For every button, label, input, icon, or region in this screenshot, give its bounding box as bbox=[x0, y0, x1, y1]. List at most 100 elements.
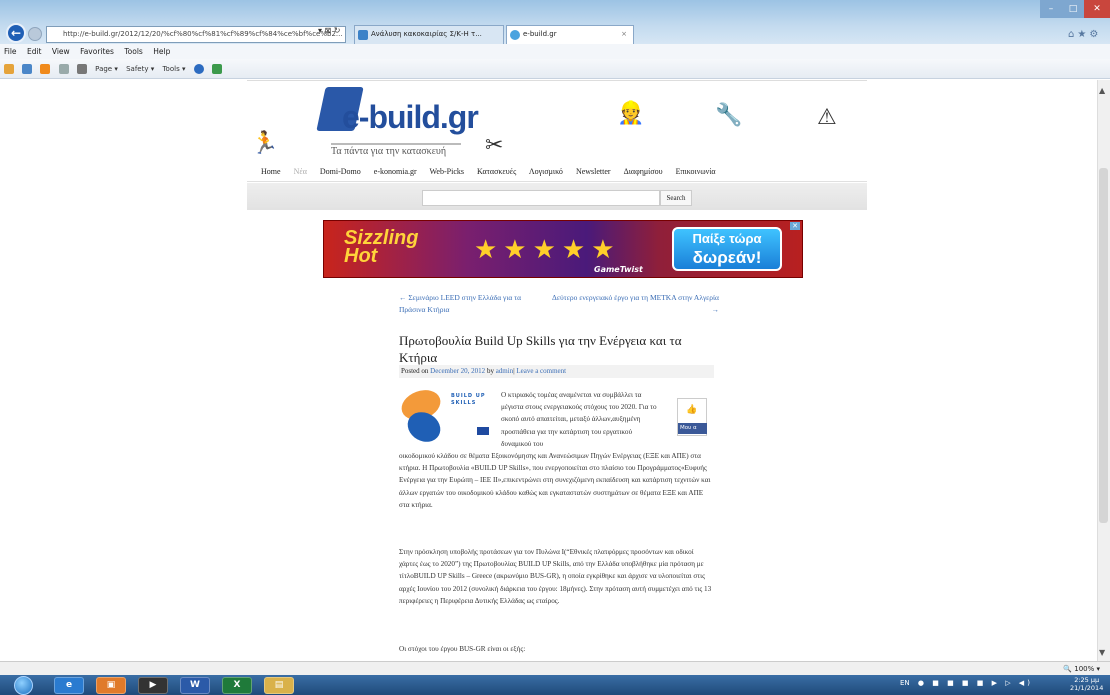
facebook-like-box[interactable]: 👍 Μου α bbox=[677, 398, 707, 436]
taskbar-ie-icon[interactable]: e bbox=[54, 677, 84, 694]
browser-right-tools[interactable]: ⌂★⚙ bbox=[1068, 29, 1101, 40]
warning-sign-icon: ⚠ bbox=[817, 105, 837, 130]
site-logo[interactable]: e-build.gr bbox=[342, 99, 479, 136]
menu-file[interactable]: File bbox=[4, 47, 17, 56]
facebook-like-button[interactable]: Μου α bbox=[678, 423, 707, 434]
post-paragraph-1a: Ο κτιριακός τομέας αναμένεται να συμβάλλ… bbox=[501, 391, 657, 448]
nav-news[interactable]: Nέα bbox=[294, 167, 307, 176]
ad-close-icon[interactable]: ✕ bbox=[790, 222, 800, 230]
ad-banner[interactable]: Sizzling Hot ★★★★★ GameTwist Παίξε τώρα δω… bbox=[323, 220, 803, 278]
taskbar-media-icon[interactable]: ▶ bbox=[138, 677, 168, 694]
page-viewport: e-build.gr Τα πάντα για την κατασκευή 🏃 … bbox=[0, 80, 1097, 661]
safety-menu-button[interactable]: Safety ▾ bbox=[126, 65, 154, 73]
tab-analysis[interactable]: Ανάλυση κακοκαιρίας Σ/Κ-Η τ... bbox=[354, 25, 504, 44]
ad-play-button[interactable]: Παίξε τώρα δωρεάν! bbox=[672, 227, 782, 271]
site-nav: Home Nέα Domi-Domo e-konomia.gr Web-Pick… bbox=[247, 162, 867, 182]
fb-label: Μου α bbox=[680, 425, 697, 431]
favorites-star-icon[interactable]: ★ bbox=[1077, 29, 1089, 40]
scroll-up-icon[interactable]: ▲ bbox=[1099, 86, 1105, 95]
help-icon[interactable] bbox=[193, 64, 204, 74]
ad-title-line2: Hot bbox=[344, 245, 378, 267]
tray-icons[interactable]: ● ■ ■ ■ ■ ▶ ▷ ◀) bbox=[918, 679, 1033, 687]
site-container: e-build.gr Τα πάντα για την κατασκευή 🏃 … bbox=[247, 80, 867, 661]
menu-help[interactable]: Help bbox=[153, 47, 170, 56]
menu-view[interactable]: View bbox=[52, 47, 70, 56]
rss-feed-icon[interactable] bbox=[40, 64, 51, 74]
menu-favorites[interactable]: Favorites bbox=[80, 47, 114, 56]
logo-text-line2: SKILLS bbox=[451, 400, 477, 406]
taskbar-word-icon[interactable]: W bbox=[180, 677, 210, 694]
clock[interactable]: 2:25 μμ 21/1/2014 bbox=[1070, 676, 1103, 692]
status-bar: 🔍 100% ▾ bbox=[0, 661, 1110, 675]
zoom-icon: 🔍 bbox=[1063, 665, 1072, 673]
page-menu-button[interactable]: Page ▾ bbox=[95, 65, 118, 73]
menu-tools[interactable]: Tools bbox=[124, 47, 142, 56]
zoom-level[interactable]: 100% bbox=[1074, 665, 1094, 673]
author-link[interactable]: admin bbox=[496, 367, 514, 375]
thumbs-up-icon: 👍 bbox=[686, 405, 698, 415]
start-button[interactable] bbox=[14, 676, 33, 695]
print-icon[interactable] bbox=[76, 64, 87, 74]
tab-label: Ανάλυση κακοκαιρίας Σ/Κ-Η τ... bbox=[371, 30, 482, 38]
home-icon[interactable]: ⌂ bbox=[1068, 29, 1077, 40]
menu-edit[interactable]: Edit bbox=[27, 47, 42, 56]
nav-domi-domo[interactable]: Domi-Domo bbox=[320, 167, 361, 176]
command-bar: Page ▾ Safety ▾ Tools ▾ bbox=[0, 59, 1110, 79]
research-icon[interactable] bbox=[211, 64, 222, 74]
nav-software[interactable]: Λογισμικό bbox=[529, 167, 563, 176]
next-post-link[interactable]: Δεύτερο ενεργειακό έργο για τη ΜΕΤΚΑ στη… bbox=[549, 292, 719, 316]
site-tagline: Τα πάντα για την κατασκευή bbox=[331, 143, 461, 157]
home-page-icon[interactable] bbox=[22, 64, 33, 74]
maximize-button[interactable]: □ bbox=[1062, 0, 1084, 18]
scrollbar-thumb[interactable] bbox=[1099, 168, 1108, 523]
nav-constructions[interactable]: Κατασκευές bbox=[477, 167, 516, 176]
weather-favicon-icon bbox=[358, 30, 368, 40]
taskbar-app-icon[interactable]: ▣ bbox=[96, 677, 126, 694]
search-bar: Search bbox=[247, 183, 867, 210]
clock-date: 21/1/2014 bbox=[1070, 684, 1104, 692]
taskbar-folder-icon[interactable]: ▤ bbox=[264, 677, 294, 694]
workers-figure-icon: 🏃 bbox=[251, 131, 279, 156]
nav-home[interactable]: Home bbox=[261, 167, 281, 176]
scissors-figure-icon: ✂ bbox=[485, 133, 504, 158]
nav-contact[interactable]: Επικοινωνία bbox=[676, 167, 716, 176]
prev-post-link[interactable]: ← Σεμινάριο LEED στην Ελλάδα για τα Πράσ… bbox=[399, 292, 539, 316]
nav-web-picks[interactable]: Web-Picks bbox=[430, 167, 464, 176]
logo-text: BUILD UP SKILLS bbox=[451, 393, 486, 407]
nav-advertise[interactable]: Διαφημίσου bbox=[624, 167, 663, 176]
site-header: e-build.gr Τα πάντα για την κατασκευή 🏃 … bbox=[247, 80, 867, 162]
address-text: http://e-build.gr/2012/12/20/%cf%80%cf%8… bbox=[63, 30, 343, 38]
scroll-down-icon[interactable]: ▼ bbox=[1099, 648, 1105, 657]
favorites-bar-icon[interactable] bbox=[4, 64, 14, 74]
address-controls[interactable]: ▾ ⊠ ↻ bbox=[318, 26, 341, 35]
menu-bar: File Edit View Favorites Tools Help bbox=[0, 44, 1110, 59]
post-paragraph-1b: οικοδομικού κλάδου σε θέματα Εξοικονόμησ… bbox=[399, 452, 711, 509]
meta-separator: | bbox=[513, 367, 515, 375]
nav-e-konomia[interactable]: e-konomia.gr bbox=[374, 167, 417, 176]
close-window-button[interactable]: ✕ bbox=[1084, 0, 1110, 18]
close-tab-icon[interactable]: × bbox=[621, 26, 627, 43]
post-date-link[interactable]: December 20, 2012 bbox=[430, 367, 485, 375]
tab-ebuild[interactable]: e-build.gr × bbox=[506, 25, 634, 44]
nav-newsletter[interactable]: Newsletter bbox=[576, 167, 611, 176]
forward-button[interactable] bbox=[28, 27, 42, 41]
post-title: Πρωτοβουλία Build Up Skills για την Ενέρ… bbox=[399, 333, 682, 365]
minimize-button[interactable]: – bbox=[1040, 0, 1062, 18]
leave-comment-link[interactable]: Leave a comment bbox=[516, 367, 566, 375]
post-paragraph-3: Οι στόχοι του έργου BUS-GR είναι οι εξής… bbox=[399, 645, 526, 653]
address-bar[interactable]: http://e-build.gr/2012/12/20/%cf%80%cf%8… bbox=[46, 26, 346, 43]
tools-menu-button[interactable]: Tools ▾ bbox=[162, 65, 185, 73]
search-input[interactable] bbox=[422, 190, 660, 206]
eu-flag-icon bbox=[477, 427, 489, 435]
back-arrow-icon: ← bbox=[10, 26, 22, 40]
ad-stars-icon: ★★★★★ bbox=[474, 235, 621, 265]
language-indicator[interactable]: EN bbox=[900, 679, 910, 687]
mail-icon[interactable] bbox=[58, 64, 69, 74]
gear-icon[interactable]: ⚙ bbox=[1089, 29, 1101, 40]
post-meta: Posted on December 20, 2012 by admin| Le… bbox=[399, 365, 714, 378]
tools-illustration-icon: 🔧 bbox=[715, 103, 743, 128]
taskbar-excel-icon[interactable]: X bbox=[222, 677, 252, 694]
search-button[interactable]: Search bbox=[660, 190, 692, 206]
ad-cta-line1: Παίξε τώρα bbox=[692, 231, 762, 246]
back-button[interactable]: ← bbox=[6, 23, 26, 43]
